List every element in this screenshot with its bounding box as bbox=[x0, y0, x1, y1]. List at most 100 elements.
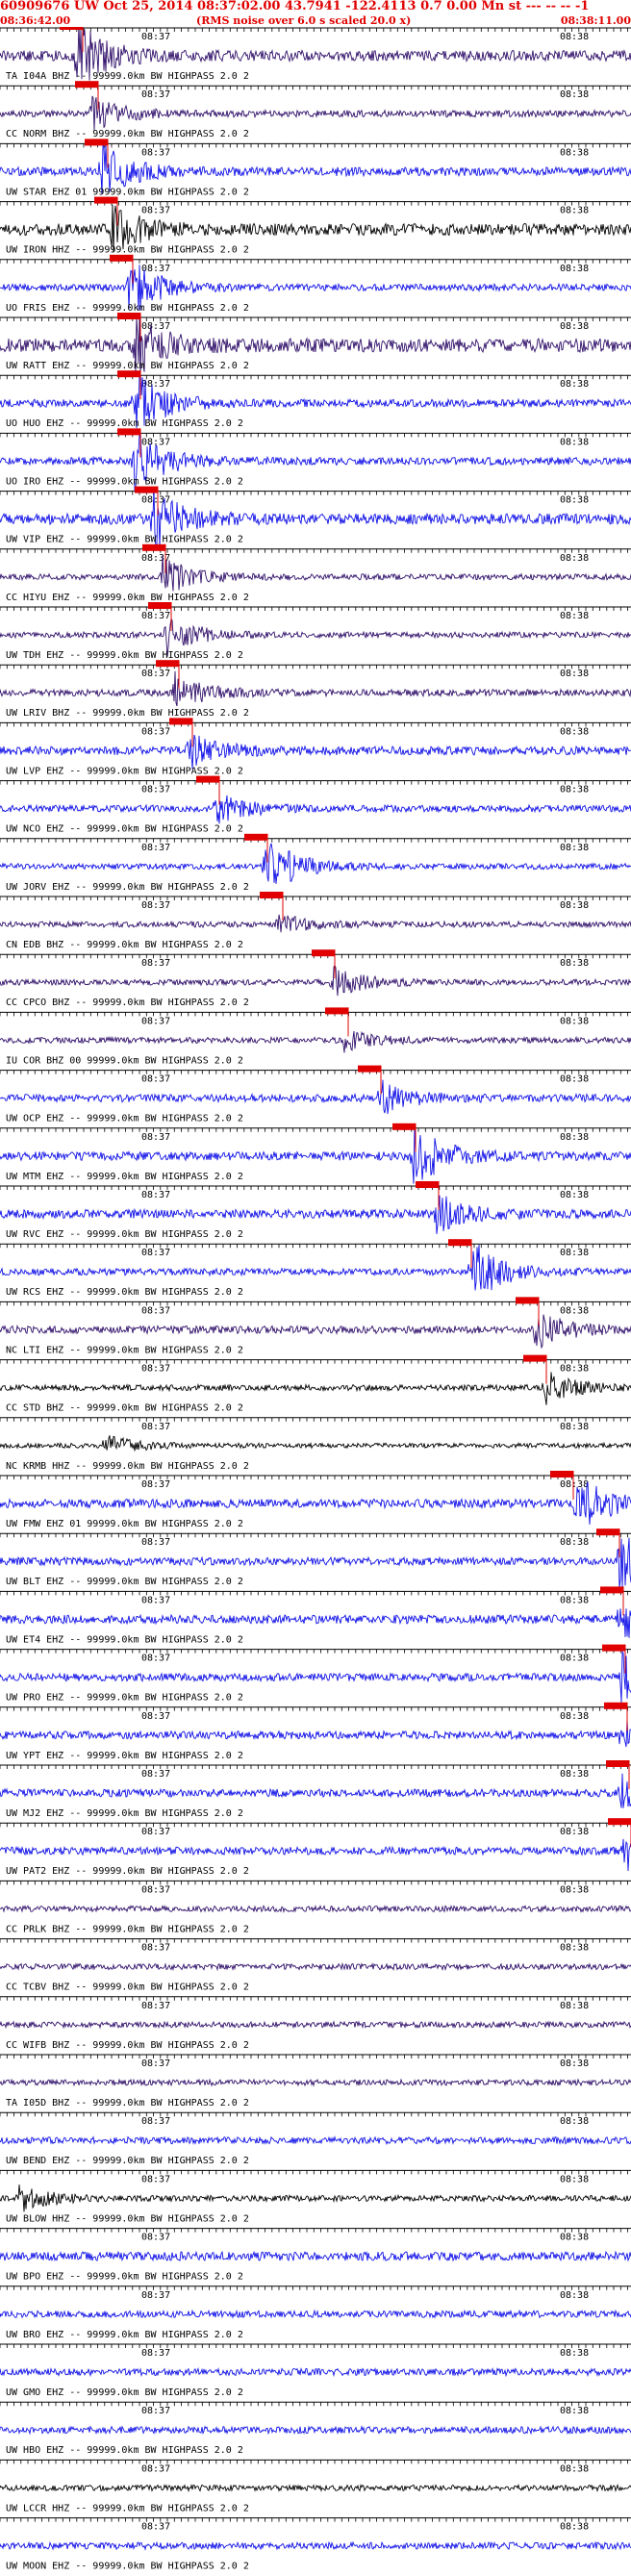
station-label: UW GMO EHZ -- 99999.0km BW HIGHPASS 2.0 … bbox=[6, 2387, 243, 2398]
station-label: UW STAR EHZ 01 99999.0km BW HIGHPASS 2.0… bbox=[6, 187, 249, 197]
minute-tick-label: 08:37 bbox=[141, 206, 170, 216]
pick-marker bbox=[117, 370, 140, 378]
waveform-trace bbox=[0, 1372, 631, 1405]
minute-tick-label: 08:38 bbox=[560, 206, 589, 216]
minute-tick-label: 08:38 bbox=[560, 321, 589, 332]
minute-tick-label: 08:38 bbox=[560, 843, 589, 853]
second-ticks bbox=[0, 607, 628, 611]
station-label: UW LCCR HHZ -- 99999.0km BW HIGHPASS 2.0… bbox=[6, 2503, 249, 2513]
station-label: CC HIYU EHZ -- 99999.0km BW HIGHPASS 2.0… bbox=[6, 593, 249, 603]
second-ticks bbox=[0, 1881, 628, 1885]
station-label: UW YPT EHZ -- 99999.0km BW HIGHPASS 2.0 … bbox=[6, 1751, 243, 1761]
station-label: UW FMW EHZ 01 99999.0km BW HIGHPASS 2.0 … bbox=[6, 1519, 243, 1529]
second-ticks bbox=[0, 2402, 628, 2407]
station-label: UW OCP EHZ -- 99999.0km BW HIGHPASS 2.0 … bbox=[6, 1114, 243, 1124]
station-label: UW IRON HHZ -- 99999.0km BW HIGHPASS 2.0… bbox=[6, 245, 249, 256]
station-label: UW BPO EHZ -- 99999.0km BW HIGHPASS 2.0 … bbox=[6, 2272, 243, 2283]
second-ticks bbox=[0, 1938, 628, 1943]
second-ticks bbox=[0, 259, 628, 264]
second-ticks bbox=[0, 2170, 628, 2175]
pick-marker bbox=[85, 139, 108, 146]
minute-tick-label: 08:37 bbox=[141, 1595, 170, 1605]
minute-tick-label: 08:38 bbox=[560, 1943, 589, 1954]
station-label: CC STD BHZ -- 99999.0km BW HIGHPASS 2.0 … bbox=[6, 1403, 243, 1414]
second-ticks bbox=[0, 897, 628, 900]
second-ticks bbox=[0, 665, 628, 669]
station-label: UO HUO EHZ -- 99999.0km BW HIGHPASS 2.0 … bbox=[6, 418, 243, 429]
minute-tick-label: 08:37 bbox=[141, 2233, 170, 2243]
minute-tick-label: 08:37 bbox=[141, 958, 170, 969]
second-ticks bbox=[0, 1996, 628, 2001]
station-label: CC CPCO BHZ -- 99999.0km BW HIGHPASS 2.0… bbox=[6, 998, 249, 1008]
station-label: UW HBO EHZ -- 99999.0km BW HIGHPASS 2.0 … bbox=[6, 2445, 243, 2456]
minute-tick-label: 08:37 bbox=[141, 726, 170, 737]
station-label: UW ET4 EHZ -- 99999.0km BW HIGHPASS 2.0 … bbox=[6, 1634, 243, 1645]
waveform-trace bbox=[0, 1904, 631, 1913]
minute-tick-label: 08:37 bbox=[141, 1827, 170, 1837]
second-ticks bbox=[0, 1649, 628, 1654]
pick-marker bbox=[600, 1586, 623, 1594]
station-label: UO FRIS EHZ -- 99999.0km BW HIGHPASS 2.0… bbox=[6, 303, 249, 314]
station-label: UW RVC EHZ -- 99999.0km BW HIGHPASS 2.0 … bbox=[6, 1229, 243, 1240]
pick-marker bbox=[94, 196, 117, 204]
station-label: UW NCO EHZ -- 99999.0km BW HIGHPASS 2.0 … bbox=[6, 824, 243, 835]
minute-tick-label: 08:37 bbox=[141, 785, 170, 796]
waveform-trace bbox=[0, 1719, 631, 1748]
minute-tick-label: 08:38 bbox=[560, 2116, 589, 2127]
minute-tick-label: 08:38 bbox=[560, 1654, 589, 1664]
second-ticks bbox=[0, 1591, 628, 1596]
second-ticks bbox=[0, 1127, 628, 1132]
minute-tick-label: 08:37 bbox=[141, 1943, 170, 1954]
second-ticks bbox=[0, 2228, 628, 2233]
pick-marker bbox=[523, 1354, 546, 1362]
second-ticks bbox=[0, 1476, 628, 1479]
waveform-trace bbox=[0, 1079, 631, 1115]
pick-marker bbox=[110, 254, 133, 262]
minute-tick-label: 08:38 bbox=[560, 1769, 589, 1780]
second-ticks bbox=[0, 838, 628, 843]
pick-marker bbox=[604, 1702, 627, 1709]
station-label: UW MJ2 EHZ -- 99999.0km BW HIGHPASS 2.0 … bbox=[6, 1808, 243, 1819]
station-label: CC NORM BHZ -- 99999.0km BW HIGHPASS 2.0… bbox=[6, 129, 249, 139]
second-ticks bbox=[0, 548, 628, 553]
minute-tick-label: 08:37 bbox=[141, 900, 170, 911]
minute-tick-label: 08:37 bbox=[141, 611, 170, 621]
second-ticks bbox=[0, 1244, 628, 1249]
minute-tick-label: 08:38 bbox=[560, 611, 589, 621]
minute-tick-label: 08:38 bbox=[560, 2233, 589, 2243]
second-ticks bbox=[0, 201, 628, 206]
minute-tick-label: 08:37 bbox=[141, 1479, 170, 1490]
second-ticks bbox=[0, 1417, 628, 1422]
waveform-trace bbox=[0, 2020, 631, 2030]
station-label: UW LRIV BHZ -- 99999.0km BW HIGHPASS 2.0… bbox=[6, 708, 249, 719]
minute-tick-label: 08:38 bbox=[560, 1537, 589, 1548]
minute-tick-label: 08:38 bbox=[560, 726, 589, 737]
station-label: UW LVP EHZ -- 99999.0km BW HIGHPASS 2.0 … bbox=[6, 766, 243, 776]
station-label: UW PRO EHZ -- 99999.0km BW HIGHPASS 2.0 … bbox=[6, 1693, 243, 1704]
second-ticks bbox=[0, 780, 628, 785]
seismogram-plot: 08:37 08:38 TA I04A BHZ -- 99999.0km BW HI… bbox=[0, 27, 631, 2572]
pick-marker bbox=[169, 718, 192, 725]
waveform-trace bbox=[0, 2135, 631, 2146]
minute-tick-label: 08:38 bbox=[560, 1364, 589, 1375]
pick-marker bbox=[448, 1239, 471, 1247]
waveform-trace bbox=[0, 555, 631, 592]
minute-tick-label: 08:37 bbox=[141, 669, 170, 679]
waveform-trace bbox=[0, 2425, 631, 2436]
minute-tick-label: 08:38 bbox=[560, 1016, 589, 1026]
minute-tick-label: 08:37 bbox=[141, 147, 170, 158]
minute-tick-label: 08:38 bbox=[560, 1711, 589, 1722]
pick-marker bbox=[260, 892, 283, 898]
event-title: 60909676 UW Oct 25, 2014 08:37:02.00 43.… bbox=[0, 0, 590, 13]
waveform-trace bbox=[0, 1773, 631, 1808]
station-label: CC WIFB BHZ -- 99999.0km BW HIGHPASS 2.0… bbox=[6, 2040, 249, 2051]
minute-tick-label: 08:38 bbox=[560, 669, 589, 679]
minute-tick-label: 08:37 bbox=[141, 2116, 170, 2127]
second-ticks bbox=[0, 1823, 628, 1828]
minute-tick-label: 08:37 bbox=[141, 32, 170, 42]
minute-tick-label: 08:37 bbox=[141, 89, 170, 100]
waveform-trace bbox=[0, 2366, 631, 2378]
second-ticks bbox=[0, 28, 628, 32]
waveform-trace bbox=[0, 1435, 631, 1452]
minute-tick-label: 08:37 bbox=[141, 321, 170, 332]
